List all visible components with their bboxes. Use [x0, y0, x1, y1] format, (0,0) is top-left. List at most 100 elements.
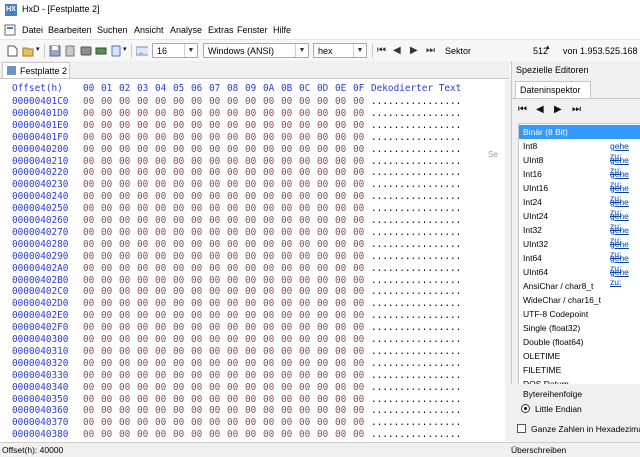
byte-cell[interactable]: 00 — [101, 417, 112, 428]
byte-cell[interactable]: 00 — [191, 167, 202, 178]
byte-cell[interactable]: 00 — [281, 96, 292, 107]
byte-cell[interactable]: 00 — [191, 191, 202, 202]
byte-cell[interactable]: 00 — [155, 370, 166, 381]
menu-datei[interactable]: Datei — [22, 25, 43, 35]
byte-cell[interactable]: 00 — [137, 429, 148, 440]
inspector-row[interactable]: Single (float32) — [519, 321, 640, 335]
byte-cell[interactable]: 00 — [281, 358, 292, 369]
byte-cell[interactable]: 00 — [83, 132, 94, 143]
hex-row[interactable]: 00000401F0 00 00 00 00 00 00 00 00 00 00 00 00 00 00 00… — [0, 132, 505, 144]
byte-cell[interactable]: 00 — [335, 429, 346, 440]
decoded-text[interactable]: ................ — [371, 227, 461, 238]
byte-cell[interactable]: 00 — [299, 310, 310, 321]
byte-cell[interactable]: 00 — [137, 346, 148, 357]
byte-cell[interactable]: 00 — [353, 132, 364, 143]
hex-integers-checkbox[interactable] — [517, 424, 526, 433]
byte-cell[interactable]: 00 — [155, 429, 166, 440]
byte-cell[interactable]: 00 — [209, 394, 220, 405]
hex-row[interactable]: 0000040250 00 00 00 00 00 00 00 00 00 00 00 00 00 00 00… — [0, 203, 505, 215]
byte-cell[interactable]: 00 — [227, 251, 238, 262]
byte-cell[interactable]: 00 — [227, 132, 238, 143]
byte-cell[interactable]: 00 — [335, 120, 346, 131]
byte-cell[interactable]: 00 — [317, 334, 328, 345]
inspector-row[interactable]: Int64 gehe zu: — [519, 251, 640, 273]
byte-cell[interactable]: 00 — [245, 132, 256, 143]
byte-cell[interactable]: 00 — [317, 394, 328, 405]
byte-cell[interactable]: 00 — [245, 179, 256, 190]
byte-cell[interactable]: 00 — [263, 108, 274, 119]
byte-cell[interactable]: 00 — [137, 382, 148, 393]
byte-cell[interactable]: 00 — [155, 275, 166, 286]
byte-cell[interactable]: 00 — [173, 322, 184, 333]
inspector-row[interactable]: Int32 gehe zu: — [519, 223, 640, 245]
byte-cell[interactable]: 00 — [173, 144, 184, 155]
byte-cell[interactable]: 00 — [119, 215, 130, 226]
byte-cell[interactable]: 00 — [119, 227, 130, 238]
byte-cell[interactable]: 00 — [263, 120, 274, 131]
byte-cell[interactable]: 00 — [299, 215, 310, 226]
byte-cell[interactable]: 00 — [299, 144, 310, 155]
byte-cell[interactable]: 00 — [263, 156, 274, 167]
byte-cell[interactable]: 00 — [83, 394, 94, 405]
byte-cell[interactable]: 00 — [335, 215, 346, 226]
byte-cell[interactable]: 00 — [173, 382, 184, 393]
byte-cell[interactable]: 00 — [83, 251, 94, 262]
byte-cell[interactable]: 00 — [209, 405, 220, 416]
decoded-text[interactable]: ................ — [371, 370, 461, 381]
byte-cell[interactable]: 00 — [245, 334, 256, 345]
menu-suchen[interactable]: Suchen — [97, 25, 128, 35]
byte-cell[interactable]: 00 — [245, 417, 256, 428]
byte-cell[interactable]: 00 — [191, 346, 202, 357]
sector-spin-icon[interactable]: ▴ — [546, 43, 550, 51]
byte-cell[interactable]: 00 — [335, 298, 346, 309]
byte-cell[interactable]: 00 — [317, 298, 328, 309]
byte-cell[interactable]: 00 — [281, 370, 292, 381]
byte-cell[interactable]: 00 — [191, 358, 202, 369]
byte-cell[interactable]: 00 — [335, 167, 346, 178]
byte-cell[interactable]: 00 — [119, 203, 130, 214]
byte-cell[interactable]: 00 — [191, 96, 202, 107]
ram-icon[interactable] — [95, 45, 107, 57]
byte-cell[interactable]: 00 — [335, 370, 346, 381]
byte-cell[interactable]: 00 — [209, 382, 220, 393]
byte-cell[interactable]: 00 — [191, 275, 202, 286]
byte-cell[interactable]: 00 — [299, 227, 310, 238]
decoded-text[interactable]: ................ — [371, 394, 461, 405]
byte-cell[interactable]: 00 — [227, 370, 238, 381]
byte-cell[interactable]: 00 — [209, 167, 220, 178]
byte-cell[interactable]: 00 — [281, 227, 292, 238]
byte-cell[interactable]: 00 — [83, 298, 94, 309]
inspector-row[interactable]: UInt32 gehe zu: — [519, 237, 640, 259]
byte-cell[interactable]: 00 — [227, 215, 238, 226]
byte-cell[interactable]: 00 — [173, 132, 184, 143]
byte-cell[interactable]: 00 — [227, 358, 238, 369]
byte-cell[interactable]: 00 — [281, 108, 292, 119]
byte-cell[interactable]: 00 — [281, 120, 292, 131]
byte-cell[interactable]: 00 — [353, 156, 364, 167]
byte-cell[interactable]: 00 — [137, 405, 148, 416]
byte-cell[interactable]: 00 — [155, 394, 166, 405]
byte-cell[interactable]: 00 — [83, 167, 94, 178]
byte-cell[interactable]: 00 — [119, 334, 130, 345]
byte-cell[interactable]: 00 — [353, 382, 364, 393]
byte-cell[interactable]: 00 — [119, 251, 130, 262]
byte-cell[interactable]: 00 — [119, 179, 130, 190]
byte-cell[interactable]: 00 — [335, 382, 346, 393]
byte-cell[interactable]: 00 — [101, 108, 112, 119]
byte-cell[interactable]: 00 — [155, 263, 166, 274]
byte-cell[interactable]: 00 — [83, 144, 94, 155]
byte-cell[interactable]: 00 — [83, 215, 94, 226]
inspector-row[interactable]: UInt8 gehe zu: — [519, 153, 640, 175]
byte-cell[interactable]: 00 — [263, 298, 274, 309]
byte-cell[interactable]: 00 — [209, 96, 220, 107]
byte-cell[interactable]: 00 — [227, 120, 238, 131]
byte-cell[interactable]: 00 — [281, 203, 292, 214]
byte-cell[interactable]: 00 — [227, 334, 238, 345]
byte-cell[interactable]: 00 — [227, 179, 238, 190]
decoded-text[interactable]: ................ — [371, 191, 461, 202]
hex-row[interactable]: 00000402A0 00 00 00 00 00 00 00 00 00 00 00 00 00 00 00… — [0, 263, 505, 275]
byte-cell[interactable]: 00 — [317, 179, 328, 190]
byte-cell[interactable]: 00 — [191, 144, 202, 155]
byte-cell[interactable]: 00 — [191, 227, 202, 238]
byte-cell[interactable]: 00 — [227, 191, 238, 202]
